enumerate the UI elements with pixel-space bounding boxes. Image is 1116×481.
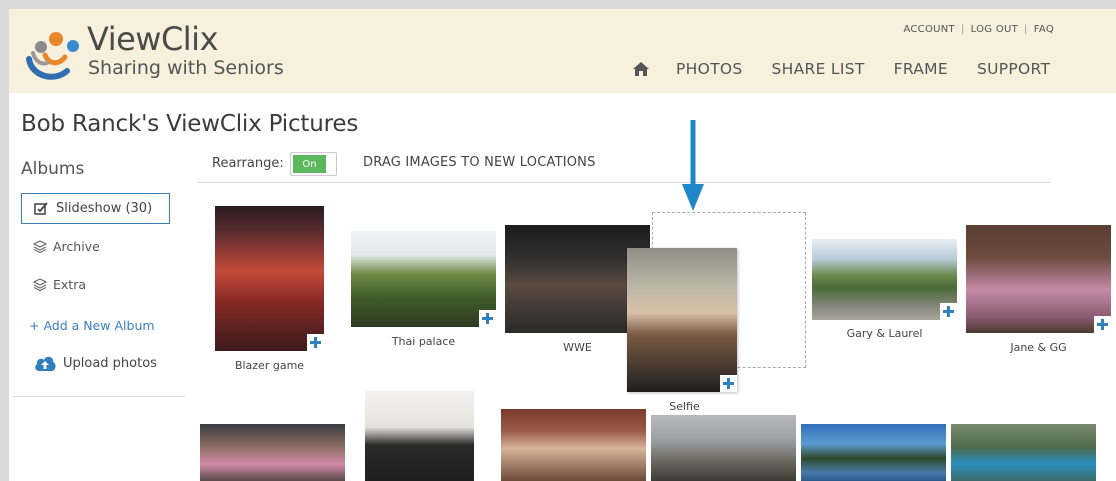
plus-icon[interactable] (479, 310, 496, 327)
nav-share-list[interactable]: SHARE LIST (772, 60, 865, 78)
photo-tile[interactable] (501, 409, 646, 481)
album-archive-label: Archive (53, 239, 100, 254)
main-nav: PHOTOS SHARE LIST FRAME SUPPORT (632, 57, 1079, 81)
album-archive[interactable]: Archive (33, 239, 100, 254)
albums-heading: Albums (21, 159, 85, 179)
photo-tile[interactable] (966, 225, 1111, 333)
photo-tile[interactable] (200, 424, 345, 481)
album-slideshow-label: Slideshow (30) (56, 201, 153, 216)
site-header: ViewClix Sharing with Seniors ACCOUNT | … (9, 9, 1116, 93)
photo-tile[interactable] (365, 391, 474, 481)
nav-frame[interactable]: FRAME (894, 60, 948, 78)
photo-caption: Gary & Laurel (846, 327, 923, 340)
album-extra-label: Extra (53, 277, 86, 292)
photo-caption: Thai palace (391, 335, 456, 348)
album-extra[interactable]: Extra (33, 277, 86, 292)
window-frame-top (0, 0, 1116, 9)
cloud-upload-icon (35, 356, 56, 371)
plus-icon[interactable] (307, 334, 324, 351)
link-separator: | (1024, 24, 1028, 35)
photo-tile[interactable] (351, 231, 496, 327)
toggle-on-label: On (293, 155, 326, 173)
window-frame-left (0, 0, 9, 481)
rearrange-toggle[interactable]: On (290, 152, 337, 176)
rearrange-label: Rearrange: (212, 156, 284, 171)
photo-tile-dragging[interactable] (627, 248, 737, 392)
photo-caption: Blazer game (234, 359, 305, 372)
photo-tile[interactable] (215, 206, 324, 351)
sidebar-divider (12, 396, 185, 397)
plus-icon[interactable] (1094, 316, 1111, 333)
brand-name[interactable]: ViewClix (87, 23, 219, 55)
nav-support[interactable]: SUPPORT (977, 60, 1050, 78)
photo-caption: Jane & GG (1010, 341, 1067, 354)
album-slideshow[interactable]: Slideshow (30) (21, 193, 170, 224)
drag-instructions: DRAG IMAGES TO NEW LOCATIONS (363, 155, 596, 170)
add-album-link[interactable]: + Add a New Album (29, 318, 155, 333)
checkbox-edit-icon (34, 202, 48, 215)
plus-icon[interactable] (940, 303, 957, 320)
home-icon[interactable] (632, 61, 650, 77)
photo-tile[interactable] (801, 424, 946, 481)
account-link[interactable]: ACCOUNT (903, 24, 955, 35)
upload-photos-button[interactable]: Upload photos (33, 354, 157, 372)
viewclix-logo-icon (26, 32, 79, 80)
brand-tagline: Sharing with Seniors (88, 57, 284, 79)
nav-photos[interactable]: PHOTOS (676, 60, 743, 78)
photo-tile[interactable] (951, 424, 1096, 481)
link-separator: | (960, 24, 965, 35)
layers-icon (33, 278, 47, 291)
plus-icon[interactable] (720, 375, 737, 392)
down-arrow-icon (682, 120, 704, 211)
layers-icon (33, 240, 47, 253)
account-links: ACCOUNT | LOG OUT | FAQ (903, 24, 1054, 35)
faq-link[interactable]: FAQ (1034, 24, 1054, 35)
page-title: Bob Ranck's ViewClix Pictures (21, 111, 359, 137)
photo-tile[interactable] (812, 239, 957, 320)
upload-photos-label: Upload photos (63, 355, 157, 371)
toolbar-divider (198, 182, 1050, 183)
photo-tile[interactable] (651, 415, 796, 481)
logout-link[interactable]: LOG OUT (971, 24, 1018, 35)
